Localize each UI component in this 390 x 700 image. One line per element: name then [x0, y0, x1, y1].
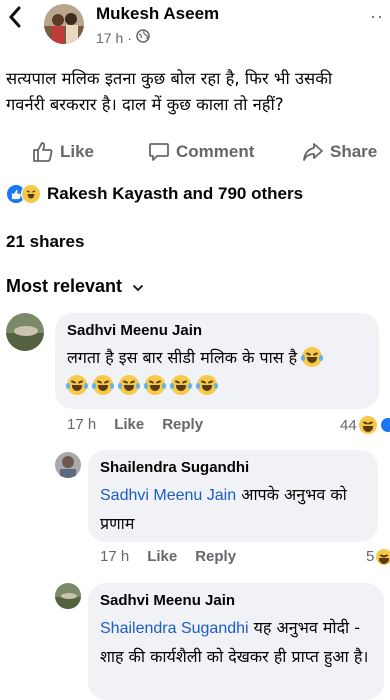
comment-bubble: Sadhvi Meenu Jain Shailendra Sugandhi यह… [88, 583, 384, 700]
comment-text: लगता है इस बार सीडी मलिक के पास है [66, 344, 367, 400]
comment-time[interactable]: 17 h [67, 416, 96, 433]
laughing-emoji-icon [66, 375, 88, 395]
laughing-emoji-icon [301, 347, 324, 367]
post-time[interactable]: 17 h [96, 30, 123, 46]
author-avatar[interactable] [44, 4, 84, 44]
comment-like-button[interactable]: Like [114, 416, 144, 433]
post-meta: 17 h · [96, 29, 150, 46]
comment-reply-button[interactable]: Reply [162, 416, 203, 433]
shares-count[interactable]: 21 shares [6, 232, 84, 252]
laughing-emoji-icon [170, 375, 193, 395]
sort-label: Most relevant [6, 276, 123, 296]
laughing-emoji-icon [118, 375, 141, 395]
globe-icon [136, 29, 150, 46]
haha-reaction-icon [21, 184, 41, 204]
post-author[interactable]: Mukesh Aseem [96, 4, 219, 24]
comment-mention-link[interactable]: Sadhvi Meenu Jain [100, 487, 236, 504]
comment-reply-button[interactable]: Reply [195, 548, 236, 565]
comment-time[interactable]: 17 h [100, 548, 129, 565]
comment-mention-link[interactable]: Shailendra Sugandhi [100, 620, 249, 637]
post-text: सत्यपाल मलिक इतना कुछ बोल रहा है, फिर भी… [6, 69, 333, 114]
comment-author[interactable]: Shailendra Sugandhi [100, 459, 249, 476]
comment-bubble: Sadhvi Meenu Jain लगता है इस बार सीडी मल… [55, 313, 379, 409]
comment-actions: 17 h Like Reply [67, 416, 203, 433]
comment-icon [148, 141, 170, 163]
comment-button[interactable]: Comment [148, 141, 254, 163]
more-options-button[interactable]: ·· [370, 6, 384, 27]
comment-body: लगता है इस बार सीडी मलिक के पास है [67, 348, 298, 367]
comment-reaction-count[interactable]: 5 [366, 548, 390, 565]
comment-reaction-count[interactable]: 44 [340, 416, 390, 434]
like-reaction-icon [379, 417, 390, 433]
haha-reaction-icon [376, 548, 390, 565]
comment-text: Shailendra Sugandhi यह अनुभव मोदी - शाह … [100, 614, 376, 671]
post-actions: Like Comment Share [0, 134, 390, 170]
commenter-avatar[interactable] [55, 583, 81, 609]
share-label: Share [330, 142, 378, 161]
comment-bubble: Shailendra Sugandhi Sadhvi Meenu Jain आप… [88, 450, 378, 542]
reactions-summary[interactable]: Rakesh Kayasth and 790 others [6, 184, 303, 204]
chevron-down-icon [132, 276, 144, 297]
comment-author[interactable]: Sadhvi Meenu Jain [67, 322, 202, 339]
thumbs-up-icon [32, 141, 54, 163]
comment-like-button[interactable]: Like [147, 548, 177, 565]
comment-label: Comment [176, 142, 255, 161]
laughing-emoji-icon [92, 375, 115, 395]
sort-comments-dropdown[interactable]: Most relevant [6, 276, 144, 297]
commenter-avatar[interactable] [55, 452, 81, 478]
laughing-emoji-icon [196, 375, 219, 395]
commenter-avatar[interactable] [6, 313, 44, 351]
meta-separator: · [127, 29, 132, 46]
comment-actions: 17 h Like Reply [100, 548, 236, 565]
share-icon [302, 141, 324, 163]
haha-reaction-icon [358, 416, 377, 434]
back-button[interactable] [8, 6, 22, 28]
comment-author[interactable]: Sadhvi Meenu Jain [100, 592, 235, 609]
reaction-count: 5 [366, 548, 375, 565]
share-button[interactable]: Share [302, 141, 377, 163]
reactions-label: Rakesh Kayasth and 790 others [47, 184, 304, 203]
like-button[interactable]: Like [32, 141, 94, 163]
comment-text: Sadhvi Meenu Jain आपके अनुभव को प्रणाम [100, 481, 370, 538]
like-label: Like [60, 142, 95, 161]
laughing-emoji-icon [144, 375, 167, 395]
reaction-count: 44 [340, 416, 357, 434]
